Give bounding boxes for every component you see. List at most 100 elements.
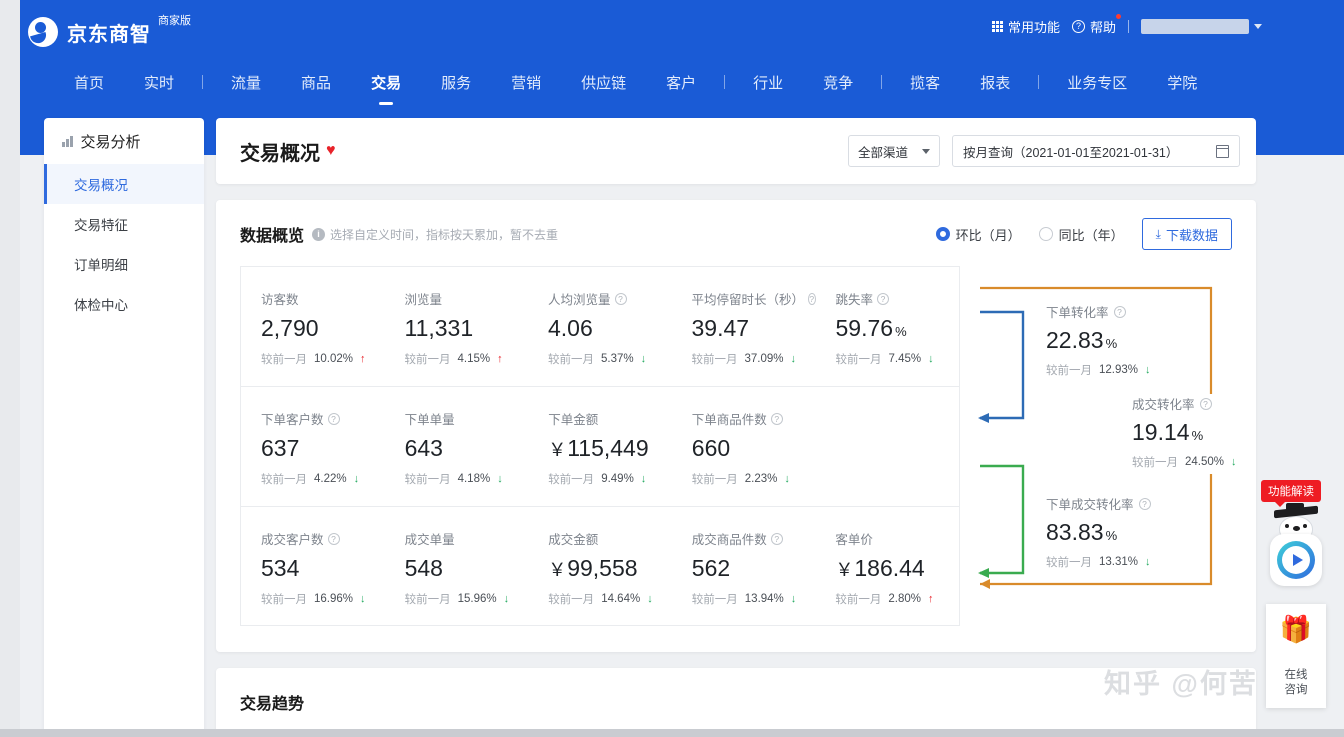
compare-label: 较前一月 bbox=[1046, 557, 1092, 569]
sidebar-item-2[interactable]: 订单明细 bbox=[44, 244, 204, 284]
nav-separator bbox=[202, 75, 204, 89]
arrow-up-icon: ↑ bbox=[927, 593, 934, 605]
metric-delta: 较前一月 37.09% ↓ bbox=[692, 351, 816, 367]
metric-value-number: 637 bbox=[261, 435, 300, 461]
nav-item-6[interactable]: 营销 bbox=[491, 72, 561, 93]
metric-label: 下单客户数? bbox=[261, 409, 385, 428]
compare-label: 较前一月 bbox=[548, 594, 595, 606]
delta-value: 2.80% bbox=[888, 593, 921, 605]
date-range-picker[interactable]: 按月查询（2021-01-01至2021-01-31） bbox=[952, 135, 1240, 167]
brand-logo-area[interactable]: 京东商智 商家版 bbox=[28, 10, 191, 54]
nav-item-5[interactable]: 服务 bbox=[421, 72, 491, 93]
arrow-down-icon: ↓ bbox=[928, 353, 934, 365]
channel-select[interactable]: 全部渠道 bbox=[848, 135, 940, 167]
help-icon[interactable]: ? bbox=[1113, 305, 1126, 318]
help-icon[interactable]: ? bbox=[327, 412, 340, 425]
metric-value: ￥99,558 bbox=[548, 555, 672, 582]
nav-item-14[interactable]: 学院 bbox=[1147, 72, 1217, 93]
compare-label: 较前一月 bbox=[261, 354, 307, 366]
help-icon[interactable]: ? bbox=[877, 292, 890, 305]
nav-item-1[interactable]: 实时 bbox=[124, 72, 194, 93]
currency-symbol: ￥ bbox=[835, 560, 854, 580]
conversion-label: 下单转化率 ? bbox=[1046, 302, 1151, 321]
delta-value: 12.93% bbox=[1099, 364, 1139, 376]
conversion-metric: 下单成交转化率 ? 83.83% 较前一月 13.31% ↓ bbox=[1046, 494, 1151, 570]
common-functions-button[interactable]: 常用功能 bbox=[991, 17, 1060, 36]
metric-value-number: 39.47 bbox=[691, 315, 750, 341]
sidebar-item-0[interactable]: 交易概况 bbox=[44, 164, 204, 204]
arrow-down-icon: ↓ bbox=[1145, 556, 1151, 568]
metric-value: 4.06 bbox=[548, 315, 672, 342]
calendar-icon bbox=[1215, 144, 1229, 158]
metric-value: 39.47 bbox=[692, 315, 816, 342]
help-icon[interactable]: ? bbox=[770, 532, 783, 545]
nav-item-2[interactable]: 流量 bbox=[211, 72, 281, 93]
nav-item-8[interactable]: 客户 bbox=[646, 72, 716, 93]
delta-value: 13.31% bbox=[1099, 556, 1139, 568]
metric-label-text: 访客数 bbox=[261, 293, 299, 307]
metric-value: 548 bbox=[405, 555, 529, 582]
page-title-text: 交易概况 bbox=[240, 142, 320, 165]
sidebar-item-1[interactable]: 交易特征 bbox=[44, 204, 204, 244]
help-label: 帮助 bbox=[1089, 20, 1116, 35]
help-icon[interactable]: ? bbox=[770, 412, 783, 425]
help-icon[interactable]: ? bbox=[327, 532, 340, 545]
favorite-heart-icon[interactable]: ♥ bbox=[326, 142, 336, 160]
metric-value-number: 4.06 bbox=[548, 315, 593, 341]
metric-value: 2,790 bbox=[261, 315, 385, 342]
help-icon[interactable]: ? bbox=[1199, 397, 1212, 410]
nav-item-3[interactable]: 商品 bbox=[281, 72, 351, 93]
nav-separator bbox=[724, 75, 726, 89]
sidebar-section-title: 交易分析 bbox=[44, 118, 204, 164]
compare-label: 较前一月 bbox=[548, 354, 594, 366]
metric-value: 660 bbox=[692, 435, 816, 462]
user-account-menu[interactable] bbox=[1141, 19, 1262, 34]
metric-label-text: 跳失率 bbox=[835, 293, 874, 307]
app-root: 京东商智 商家版 常用功能 ? 帮助 首页 实时 流量 商品 交易 服务 营销 供应链 客户 行业… bbox=[0, 0, 1344, 737]
help-icon[interactable]: ? bbox=[808, 292, 816, 305]
metric-label: 人均浏览量? bbox=[548, 289, 672, 308]
common-functions-label: 常用功能 bbox=[1007, 20, 1060, 35]
info-icon[interactable]: i bbox=[312, 227, 326, 241]
help-button[interactable]: ? 帮助 bbox=[1071, 14, 1121, 36]
nav-item-11[interactable]: 揽客 bbox=[890, 72, 960, 93]
delta-value: 4.22% bbox=[314, 473, 347, 485]
jd-dog-logo-icon bbox=[28, 17, 58, 47]
arrow-down-icon: ↓ bbox=[790, 593, 797, 605]
metric-label-text: 平均停留时长（秒） bbox=[691, 293, 805, 307]
arrow-down-icon: ↓ bbox=[497, 473, 503, 485]
feature-guide-badge[interactable]: 功能解读 bbox=[1261, 480, 1321, 507]
nav-item-0[interactable]: 首页 bbox=[54, 72, 124, 93]
metric-label-text: 下单商品件数 bbox=[691, 413, 767, 427]
help-icon[interactable]: ? bbox=[614, 292, 627, 305]
arrow-down-icon: ↓ bbox=[640, 473, 647, 485]
delta-value: 37.09% bbox=[744, 353, 784, 365]
nav-item-7[interactable]: 供应链 bbox=[561, 72, 646, 93]
conversion-label-text: 成交转化率 bbox=[1132, 398, 1195, 412]
conversion-metric: 成交转化率 ? 19.14% 较前一月 24.50% ↓ bbox=[1132, 394, 1237, 470]
nav-item-9[interactable]: 行业 bbox=[733, 72, 803, 93]
data-overview-card: 数据概览 i 选择自定义时间，指标按天累加，暂不去重 环比（月） 同比（年） ⤓… bbox=[216, 200, 1256, 652]
nav-item-4[interactable]: 交易 bbox=[351, 72, 421, 93]
nav-separator bbox=[881, 75, 883, 89]
radio-month-over-month[interactable]: 环比（月） bbox=[935, 225, 1021, 244]
metric-cell: 下单商品件数? 660 较前一月 2.23% ↓ bbox=[672, 387, 816, 506]
brand-subtitle: 商家版 bbox=[158, 15, 191, 27]
sidebar-item-3[interactable]: 体检中心 bbox=[44, 284, 204, 324]
radio-year-over-year[interactable]: 同比（年） bbox=[1038, 225, 1124, 244]
metric-label: 成交商品件数? bbox=[692, 529, 816, 548]
delta-value: 24.50% bbox=[1185, 456, 1225, 468]
download-data-button[interactable]: ⤓ 下载数据 bbox=[1141, 218, 1232, 250]
nav-item-10[interactable]: 竞争 bbox=[803, 72, 873, 93]
currency-symbol: ￥ bbox=[548, 440, 567, 460]
arrow-down-icon: ↓ bbox=[1231, 456, 1237, 468]
help-icon[interactable]: ? bbox=[1138, 497, 1151, 510]
metric-delta: 较前一月 16.96% ↓ bbox=[261, 591, 385, 607]
play-video-button[interactable] bbox=[1270, 534, 1322, 586]
online-consult-tile[interactable]: 🎁 在线 咨询 bbox=[1266, 604, 1326, 708]
metric-label-text: 人均浏览量 bbox=[548, 293, 611, 307]
trend-title: 交易趋势 bbox=[240, 696, 305, 713]
nav-item-12[interactable]: 报表 bbox=[960, 72, 1030, 93]
metric-value: 562 bbox=[692, 555, 816, 582]
nav-item-13[interactable]: 业务专区 bbox=[1047, 72, 1147, 93]
